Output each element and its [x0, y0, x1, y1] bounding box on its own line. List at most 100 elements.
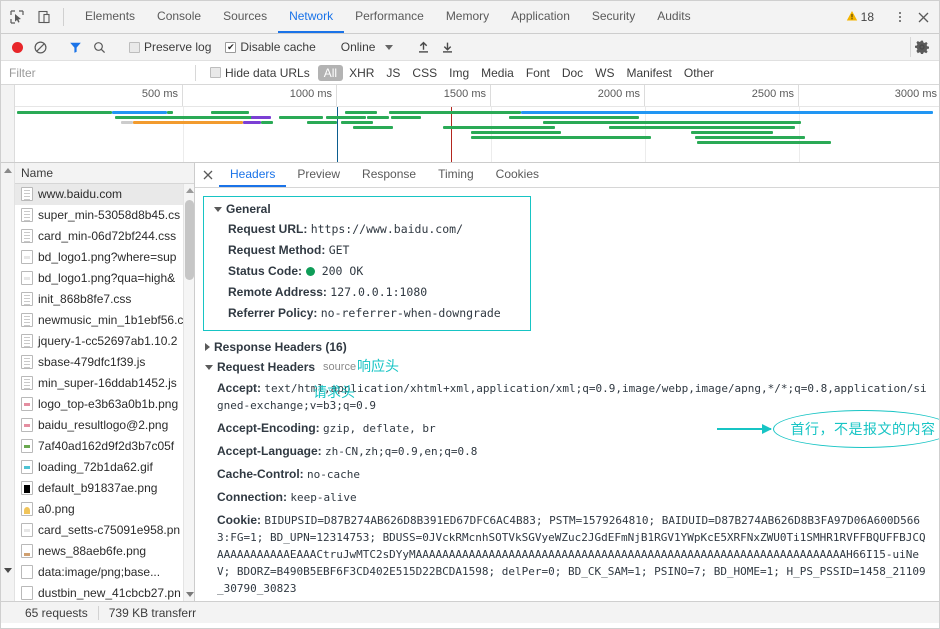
list-item[interactable]: newmusic_min_1b1ebf56.c: [15, 310, 194, 331]
tab-performance[interactable]: Performance: [344, 1, 435, 33]
tab-headers[interactable]: Headers: [219, 163, 287, 187]
warning-count-chip[interactable]: 18: [840, 10, 880, 25]
scrollbar-down-icon[interactable]: [186, 592, 194, 597]
disable-cache-box: ✔: [225, 41, 237, 53]
list-item[interactable]: default_b91837ae.png: [15, 478, 194, 499]
response-headers-section-header[interactable]: Response Headers (16): [195, 337, 939, 357]
list-item[interactable]: logo_top-e3b63a0b1b.png: [15, 394, 194, 415]
filter-js[interactable]: JS: [380, 65, 406, 81]
device-toolbar-icon[interactable]: [31, 1, 59, 33]
filter-other[interactable]: Other: [678, 65, 720, 81]
row-value: 200 OK: [321, 264, 364, 278]
list-item[interactable]: a0.png: [15, 499, 194, 520]
list-item[interactable]: init_868b8fe7.css: [15, 289, 194, 310]
request-headers-section-header[interactable]: Request Headers source: [195, 357, 939, 377]
list-item[interactable]: sbase-479dfc1f39.js: [15, 352, 194, 373]
list-item[interactable]: min_super-16ddab1452.js: [15, 373, 194, 394]
chevron-right-icon: [205, 343, 210, 351]
list-item[interactable]: news_88aeb6fe.png: [15, 541, 194, 562]
scrollbar-thumb[interactable]: [185, 200, 194, 280]
tab-memory[interactable]: Memory: [435, 1, 500, 33]
tab-network[interactable]: Network: [278, 1, 345, 33]
filter-font[interactable]: Font: [520, 65, 556, 81]
tab-preview[interactable]: Preview: [286, 163, 351, 187]
gear-icon[interactable]: [911, 37, 933, 57]
overview-bar: [471, 131, 561, 134]
warning-count-label: 18: [860, 10, 874, 24]
filter-label: Img: [449, 65, 470, 80]
requests-list[interactable]: www.baidu.com super_min-53058d8b45.cs ca…: [1, 184, 194, 601]
list-item[interactable]: loading_72b1da62.gif: [15, 457, 194, 478]
scrollbar-up-icon[interactable]: [186, 188, 194, 193]
overview-left-rail: [1, 85, 15, 162]
inspect-element-icon[interactable]: [3, 1, 31, 33]
filter-ws[interactable]: WS: [589, 65, 620, 81]
import-har-icon[interactable]: [412, 37, 434, 57]
tab-audits[interactable]: Audits: [646, 1, 701, 33]
document-file-icon: [21, 292, 33, 306]
list-item[interactable]: bd_logo1.png?qua=high&: [15, 268, 194, 289]
requests-column-header[interactable]: Name: [1, 163, 194, 184]
overview-bar: [509, 116, 639, 119]
search-input[interactable]: [7, 63, 187, 82]
overview-bar: [521, 111, 933, 114]
preserve-log-checkbox[interactable]: Preserve log: [123, 40, 217, 54]
list-item[interactable]: card_setts-c75091e958.pn: [15, 520, 194, 541]
clear-icon[interactable]: [29, 37, 51, 57]
general-section-header[interactable]: General: [204, 199, 530, 219]
list-item[interactable]: data:image/png;base...: [15, 562, 194, 583]
row-key: Request Method:: [228, 243, 326, 257]
view-source-link[interactable]: source: [323, 361, 356, 373]
scroll-down-arrow-icon[interactable]: [4, 568, 12, 573]
tab-security[interactable]: Security: [581, 1, 646, 33]
image-file-icon: [21, 544, 33, 558]
filter-doc[interactable]: Doc: [556, 65, 589, 81]
tab-elements[interactable]: Elements: [74, 1, 146, 33]
list-item[interactable]: baidu_resultlogo@2.png: [15, 415, 194, 436]
header-value: BIDUPSID=D87B274AB626D8B391ED67DFC6AC4B8…: [217, 514, 926, 595]
throttling-dropdown[interactable]: Online: [335, 40, 400, 54]
response-headers-title: Response Headers (16): [214, 340, 347, 354]
list-item[interactable]: super_min-53058d8b45.cs: [15, 205, 194, 226]
kebab-menu-icon[interactable]: [889, 12, 911, 22]
filter-manifest[interactable]: Manifest: [621, 65, 678, 81]
network-overview[interactable]: 500 ms 1000 ms 1500 ms 2000 ms 2500 ms 3…: [1, 85, 939, 163]
list-item[interactable]: bd_logo1.png?where=sup: [15, 247, 194, 268]
overview-bar: [121, 121, 133, 124]
overview-bar: [341, 121, 373, 124]
tab-console[interactable]: Console: [146, 1, 212, 33]
tab-label: Timing: [438, 167, 474, 181]
list-item[interactable]: card_min-06d72bf244.css: [15, 226, 194, 247]
filter-css[interactable]: CSS: [406, 65, 443, 81]
list-item[interactable]: jquery-1-cc52697ab1.10.2: [15, 331, 194, 352]
export-har-icon[interactable]: [436, 37, 458, 57]
list-item[interactable]: dustbin_new_41cbcb27.pn: [15, 583, 194, 601]
tab-sources[interactable]: Sources: [212, 1, 278, 33]
list-item[interactable]: www.baidu.com: [15, 184, 194, 205]
record-button-icon[interactable]: [7, 37, 27, 57]
image-file-icon: [21, 397, 33, 411]
general-row-status-code: Status Code: 200 OK: [204, 261, 530, 282]
filter-all[interactable]: All: [317, 64, 344, 81]
search-icon[interactable]: [88, 37, 110, 57]
filter-media[interactable]: Media: [475, 65, 520, 81]
overview-bar: [243, 121, 261, 124]
sidebar-scrollbar[interactable]: [183, 184, 194, 601]
list-item[interactable]: 7af40ad162d9f2d3b7c05f: [15, 436, 194, 457]
tab-response[interactable]: Response: [351, 163, 427, 187]
filter-xhr[interactable]: XHR: [343, 65, 380, 81]
tab-application[interactable]: Application: [500, 1, 581, 33]
hide-data-urls-checkbox[interactable]: Hide data URLs: [204, 66, 316, 80]
scroll-up-arrow-icon[interactable]: [4, 168, 12, 173]
filter-row: Hide data URLs All XHR JS CSS Img Media …: [1, 61, 939, 85]
disable-cache-checkbox[interactable]: ✔ Disable cache: [219, 40, 321, 54]
close-icon[interactable]: [911, 12, 935, 23]
row-value: GET: [328, 243, 350, 257]
filter-img[interactable]: Img: [443, 65, 475, 81]
toolbar-right: [910, 37, 939, 57]
tab-timing[interactable]: Timing: [427, 163, 485, 187]
overview-bar: [367, 116, 389, 119]
close-details-icon[interactable]: [197, 163, 219, 187]
tab-cookies[interactable]: Cookies: [485, 163, 550, 187]
filter-funnel-icon[interactable]: [64, 37, 86, 57]
